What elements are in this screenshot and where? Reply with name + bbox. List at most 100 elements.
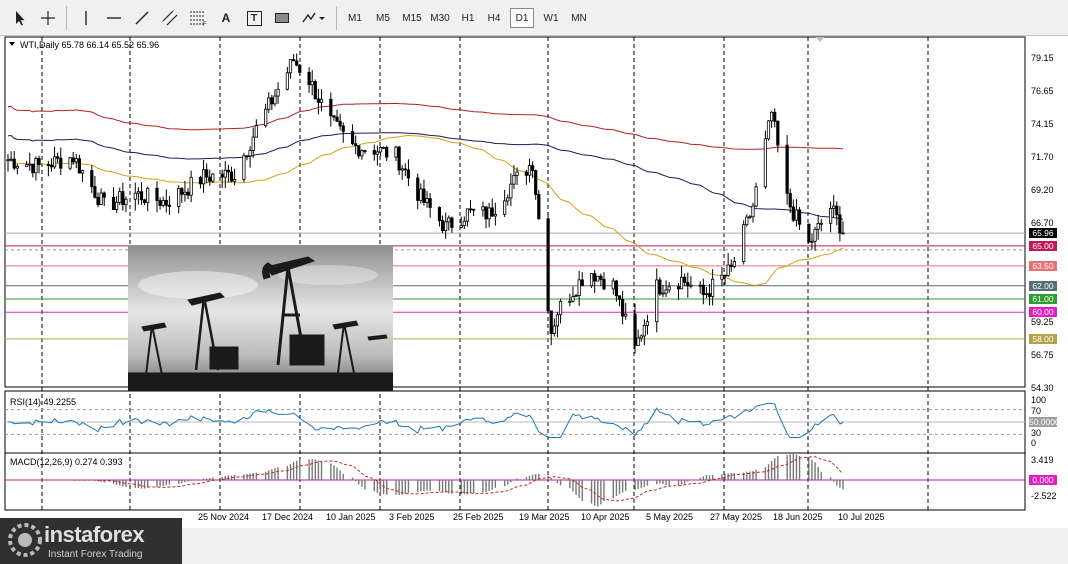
date-scale-label: 25 Feb 2025: [453, 512, 504, 522]
timeframe-m15-button[interactable]: M15: [400, 8, 424, 28]
candle-body: [232, 178, 237, 182]
svg-text:F: F: [203, 22, 207, 26]
candle-body: [835, 205, 839, 216]
candle-body: [124, 198, 128, 206]
candle-body: [819, 222, 823, 225]
price-scale-label: 74.15: [1031, 119, 1054, 129]
timeframe-h1-button[interactable]: H1: [458, 8, 478, 28]
rsi-scale-label: 50.0000: [1029, 417, 1060, 427]
rsi-label: RSI(14) 49.2255: [10, 397, 77, 407]
timeframe-h4-button[interactable]: H4: [484, 8, 504, 28]
candle-body: [68, 157, 72, 169]
candle-body: [465, 208, 470, 222]
candle-body: [381, 147, 386, 149]
candle-body: [155, 187, 159, 202]
level-60.00-tag: 60.00: [1029, 307, 1057, 318]
crosshair-icon[interactable]: [36, 7, 60, 29]
timeframe-m30-button[interactable]: M30: [428, 8, 452, 28]
text-label-icon[interactable]: T: [242, 7, 266, 29]
candle-body: [354, 143, 358, 147]
candle-body: [568, 300, 572, 303]
candle-body: [621, 299, 625, 317]
level-63.50-tag: 63.50: [1029, 260, 1057, 271]
candle-body: [242, 155, 246, 180]
equidistant-channel-icon[interactable]: [158, 7, 182, 29]
candle-body: [220, 173, 224, 178]
text-icon[interactable]: A: [214, 7, 238, 29]
candle-body: [633, 313, 637, 346]
timeframe-m5-button[interactable]: M5: [372, 8, 394, 28]
candle-body: [667, 286, 671, 291]
candle-body: [617, 295, 622, 300]
rsi-scale-label: 0: [1031, 438, 1037, 448]
candle-body: [524, 171, 528, 176]
candle-body: [93, 186, 97, 198]
cursor-arrow-icon[interactable]: [8, 7, 32, 29]
candle-body: [794, 209, 799, 221]
candle-body: [189, 176, 193, 196]
candle-body: [679, 276, 684, 290]
candle-body: [534, 170, 538, 195]
candle-body: [686, 282, 690, 287]
candle-body: [229, 171, 234, 182]
rsi-scale-label: 100: [1031, 395, 1047, 405]
price-scale-label: 56.75: [1031, 350, 1054, 360]
chart-window[interactable]: 79.15 76.65 74.15 71.70 69.20 66.70 59.25 56.75…: [0, 36, 1068, 564]
timeframe-w1-button[interactable]: W1: [540, 8, 562, 28]
candle-body: [142, 199, 147, 204]
vertical-line-icon[interactable]: [74, 7, 98, 29]
candle-body: [6, 159, 10, 162]
candle-body: [422, 188, 426, 203]
candle-body: [763, 138, 767, 188]
rsi-scale-label: 30: [1031, 428, 1042, 438]
candle-body: [701, 284, 705, 295]
candle-body: [223, 169, 227, 178]
candle-body: [813, 228, 817, 242]
candle-body: [484, 206, 488, 220]
candle-body: [167, 204, 172, 207]
candle-body: [74, 158, 78, 163]
timeframe-mn-button[interactable]: MN: [568, 8, 590, 28]
horizontal-line-icon[interactable]: [102, 7, 126, 29]
candle-body: [797, 209, 802, 225]
price-scale-label: 76.65: [1031, 86, 1054, 96]
date-scale-label: 25 Nov 2024: [198, 512, 250, 522]
candle-body: [99, 192, 103, 206]
candle-body: [186, 191, 190, 196]
candle-body: [316, 98, 321, 103]
rectangle-icon[interactable]: [270, 7, 294, 29]
candle-body: [273, 95, 277, 105]
candle-body: [121, 191, 125, 206]
candle-body: [80, 170, 85, 174]
oil-pumpjack-photo: [128, 245, 393, 391]
candle-body: [267, 97, 271, 110]
candle-body: [372, 150, 376, 155]
candle-body: [574, 295, 578, 298]
price-scale-label: 71.70: [1031, 152, 1054, 162]
timeframe-m1-button[interactable]: M1: [344, 8, 366, 28]
level-65.00-tag: 65.00: [1029, 240, 1057, 251]
instaforex-watermark: instaforex Instant Forex Trading: [0, 518, 182, 564]
candle-body: [357, 145, 361, 157]
date-scale-label: 19 Mar 2025: [519, 512, 570, 522]
timeframe-d1-button[interactable]: D1: [510, 8, 534, 28]
candle-body: [555, 314, 560, 327]
candle-body: [332, 115, 336, 118]
shapes-dropdown-icon[interactable]: [298, 7, 330, 29]
trend-line-icon[interactable]: [130, 7, 154, 29]
candle-body: [291, 59, 296, 62]
candle-body: [770, 111, 774, 122]
fibonacci-retracement-icon[interactable]: F: [186, 7, 210, 29]
candle-body: [481, 206, 485, 211]
candle-body: [838, 214, 842, 234]
candle-body: [599, 275, 603, 280]
candle-body: [319, 98, 324, 103]
candle-body: [841, 232, 845, 235]
candle-body: [385, 147, 389, 158]
price-scale-label: 66.70: [1031, 218, 1054, 228]
candle-body: [264, 108, 268, 127]
price-scale-label: 59.25: [1031, 317, 1054, 327]
candle-body: [664, 289, 668, 294]
chart-header: WTI,Daily 65.78 66.14 65.52 65.96: [20, 40, 160, 50]
candle-body: [751, 205, 755, 218]
